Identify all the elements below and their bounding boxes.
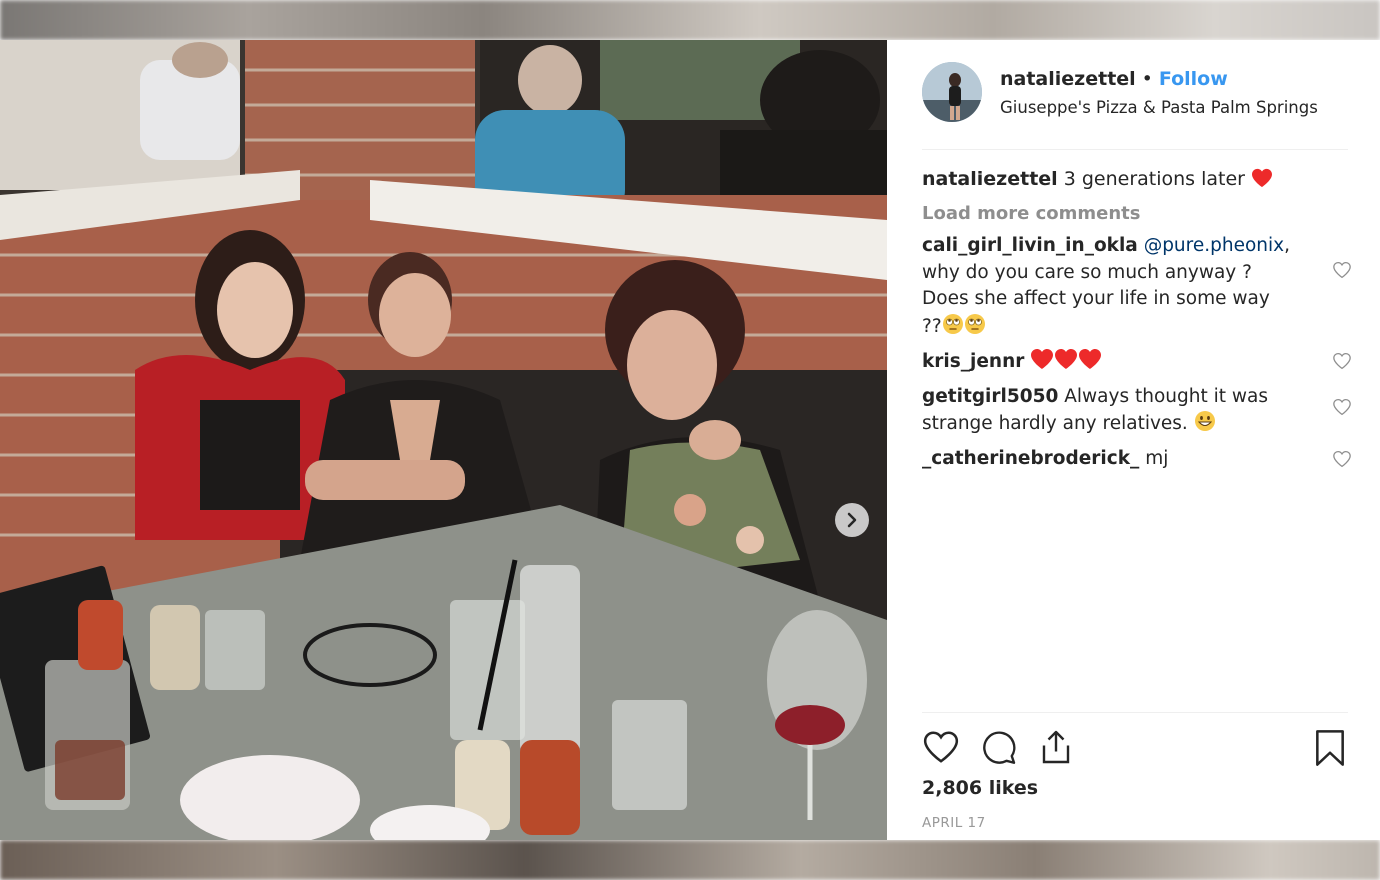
blurred-backdrop-bottom [0, 840, 1380, 880]
load-more-comments-button[interactable]: Load more comments [922, 203, 1352, 225]
like-comment-heart-icon[interactable] [1332, 398, 1352, 416]
comment-item: kris_jennr [922, 348, 1352, 376]
heart-outline-icon[interactable] [922, 729, 960, 765]
comment-text: mj [1145, 447, 1169, 469]
caption-text: 3 generations later [1063, 168, 1245, 190]
comment-bubble-icon[interactable] [980, 729, 1018, 765]
grinning-face-icon [1194, 411, 1215, 431]
post-caption: nataliezettel 3 generations later [922, 166, 1352, 193]
post-actions: 2,806 likes APRIL 17 [922, 712, 1348, 840]
next-photo-button[interactable] [835, 503, 869, 537]
red-heart-icon [1079, 349, 1102, 369]
likes-count[interactable]: 2,806 likes [922, 777, 1038, 799]
comments-section: nataliezettel 3 generations later Load m… [922, 166, 1352, 472]
avatar-image [922, 62, 982, 122]
post-sidebar: nataliezettel • Follow Giuseppe's Pizza & … [887, 40, 1380, 840]
like-comment-heart-icon[interactable] [1332, 261, 1352, 279]
face-with-rolling-eyes-icon [964, 313, 985, 334]
blurred-backdrop-top [0, 0, 1380, 40]
like-comment-heart-icon[interactable] [1332, 450, 1352, 468]
avatar[interactable] [922, 62, 982, 122]
bookmark-icon[interactable] [1314, 729, 1346, 767]
comment-username[interactable]: _catherinebroderick_ [922, 448, 1139, 469]
separator-dot: • [1141, 68, 1153, 90]
follow-button[interactable]: Follow [1159, 68, 1228, 90]
caption-username[interactable]: nataliezettel [922, 168, 1058, 190]
comment-item: cali_girl_livin_in_okla @pure.pheonix, w… [922, 233, 1352, 340]
username-row: nataliezettel • Follow [1000, 68, 1228, 90]
post-location[interactable]: Giuseppe's Pizza & Pasta Palm Springs [1000, 98, 1318, 117]
comment-username[interactable]: cali_girl_livin_in_okla [922, 235, 1138, 256]
comment-item: getitgirl5050 Always thought it was stra… [922, 384, 1352, 438]
post-header: nataliezettel • Follow Giuseppe's Pizza & … [922, 62, 1348, 150]
share-upload-icon[interactable] [1038, 729, 1074, 765]
comment-username[interactable]: kris_jennr [922, 351, 1024, 372]
post-username[interactable]: nataliezettel [1000, 68, 1136, 90]
red-heart-icon [1055, 349, 1078, 369]
post-date[interactable]: APRIL 17 [922, 815, 986, 831]
face-with-rolling-eyes-icon [942, 313, 963, 334]
chevron-right-icon [847, 512, 857, 528]
red-heart-icon [1252, 168, 1273, 188]
comment-username[interactable]: getitgirl5050 [922, 386, 1058, 407]
comment-mention[interactable]: @pure.pheonix [1144, 235, 1284, 256]
restaurant-photo-illustration [0, 40, 887, 840]
comment-item: _catherinebroderick_ mj [922, 446, 1352, 473]
post-photo[interactable] [0, 40, 887, 840]
red-heart-icon [1031, 349, 1054, 369]
like-comment-heart-icon[interactable] [1332, 352, 1352, 370]
